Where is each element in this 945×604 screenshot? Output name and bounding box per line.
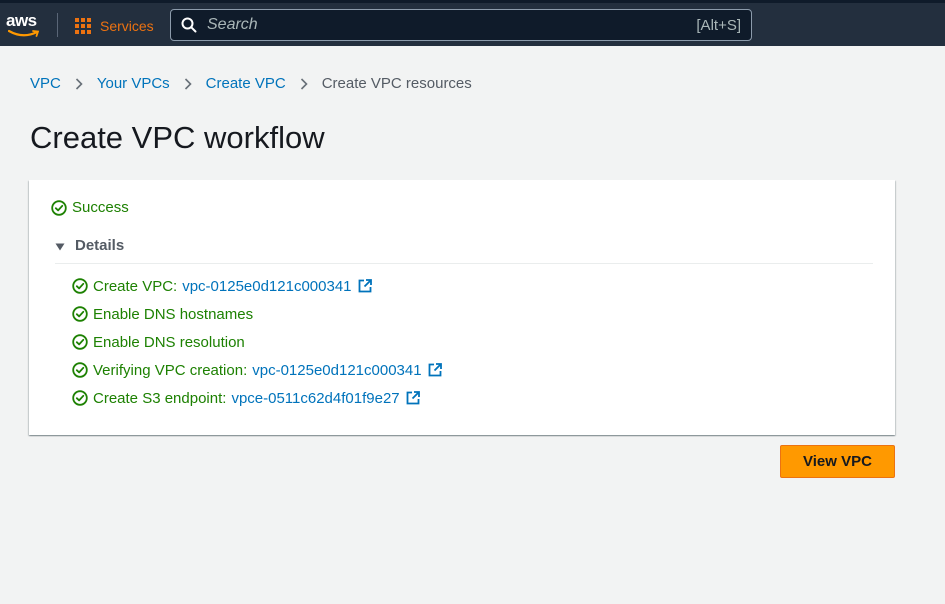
search-icon: [181, 17, 197, 33]
step-enable-dns-resolution: Enable DNS resolution: [72, 328, 442, 356]
check-circle-icon: [72, 278, 88, 294]
global-search-box[interactable]: [Alt+S]: [170, 9, 752, 41]
details-label: Details: [75, 237, 125, 254]
step-label: Create VPC:: [93, 277, 178, 295]
caret-down-icon: [55, 243, 65, 251]
step-label: Enable DNS hostnames: [93, 305, 254, 323]
search-input[interactable]: [205, 15, 697, 35]
page-title: Create VPC workflow: [30, 120, 325, 155]
services-grid-icon: [75, 18, 91, 34]
workflow-status-panel: Success Details Create VPC: vpc-0125e0d1…: [29, 180, 895, 435]
success-status: Success: [51, 199, 129, 216]
chevron-right-icon: [300, 77, 308, 90]
nav-divider: [57, 13, 58, 37]
external-link-icon[interactable]: [358, 279, 372, 293]
services-label: Services: [100, 18, 154, 34]
breadcrumb-your-vpcs[interactable]: Your VPCs: [97, 75, 170, 92]
check-circle-icon: [72, 390, 88, 406]
chevron-right-icon: [75, 77, 83, 90]
details-step-list: Create VPC: vpc-0125e0d121c000341 Enable…: [72, 272, 442, 412]
top-navigation-bar: aws Services [Alt+S]: [0, 0, 945, 46]
search-shortcut-hint: [Alt+S]: [696, 16, 741, 34]
check-circle-icon: [72, 334, 88, 350]
check-circle-icon: [51, 199, 67, 216]
step-enable-dns-hostnames: Enable DNS hostnames: [72, 300, 442, 328]
success-text: Success: [72, 199, 129, 216]
aws-logo[interactable]: aws: [6, 11, 42, 39]
aws-logo-text: aws: [6, 11, 37, 30]
vpc-id-link[interactable]: vpc-0125e0d121c000341: [252, 362, 421, 379]
vpc-endpoint-id-link[interactable]: vpce-0511c62d4f01f9e27: [231, 390, 399, 407]
breadcrumb-create-vpc[interactable]: Create VPC: [206, 75, 286, 92]
check-circle-icon: [72, 306, 88, 322]
breadcrumb-vpc[interactable]: VPC: [30, 75, 61, 92]
external-link-icon[interactable]: [428, 363, 442, 377]
external-link-icon[interactable]: [406, 391, 420, 405]
check-circle-icon: [72, 362, 88, 378]
step-verifying-vpc-creation: Verifying VPC creation: vpc-0125e0d121c0…: [72, 356, 442, 384]
chevron-right-icon: [184, 77, 192, 90]
step-create-s3-endpoint: Create S3 endpoint: vpce-0511c62d4f01f9e…: [72, 384, 442, 412]
details-expand-toggle[interactable]: Details: [55, 237, 873, 264]
vpc-id-link[interactable]: vpc-0125e0d121c000341: [182, 278, 351, 295]
view-vpc-button[interactable]: View VPC: [780, 445, 895, 478]
step-label: Verifying VPC creation:: [93, 361, 248, 379]
breadcrumb: VPC Your VPCs Create VPC Create VPC reso…: [30, 75, 472, 92]
step-label: Create S3 endpoint:: [93, 389, 227, 407]
aws-smile-icon: [8, 29, 40, 37]
breadcrumb-current: Create VPC resources: [321, 75, 472, 92]
services-menu-button[interactable]: Services: [75, 13, 154, 39]
step-label: Enable DNS resolution: [93, 333, 245, 351]
step-create-vpc: Create VPC: vpc-0125e0d121c000341: [72, 272, 442, 300]
